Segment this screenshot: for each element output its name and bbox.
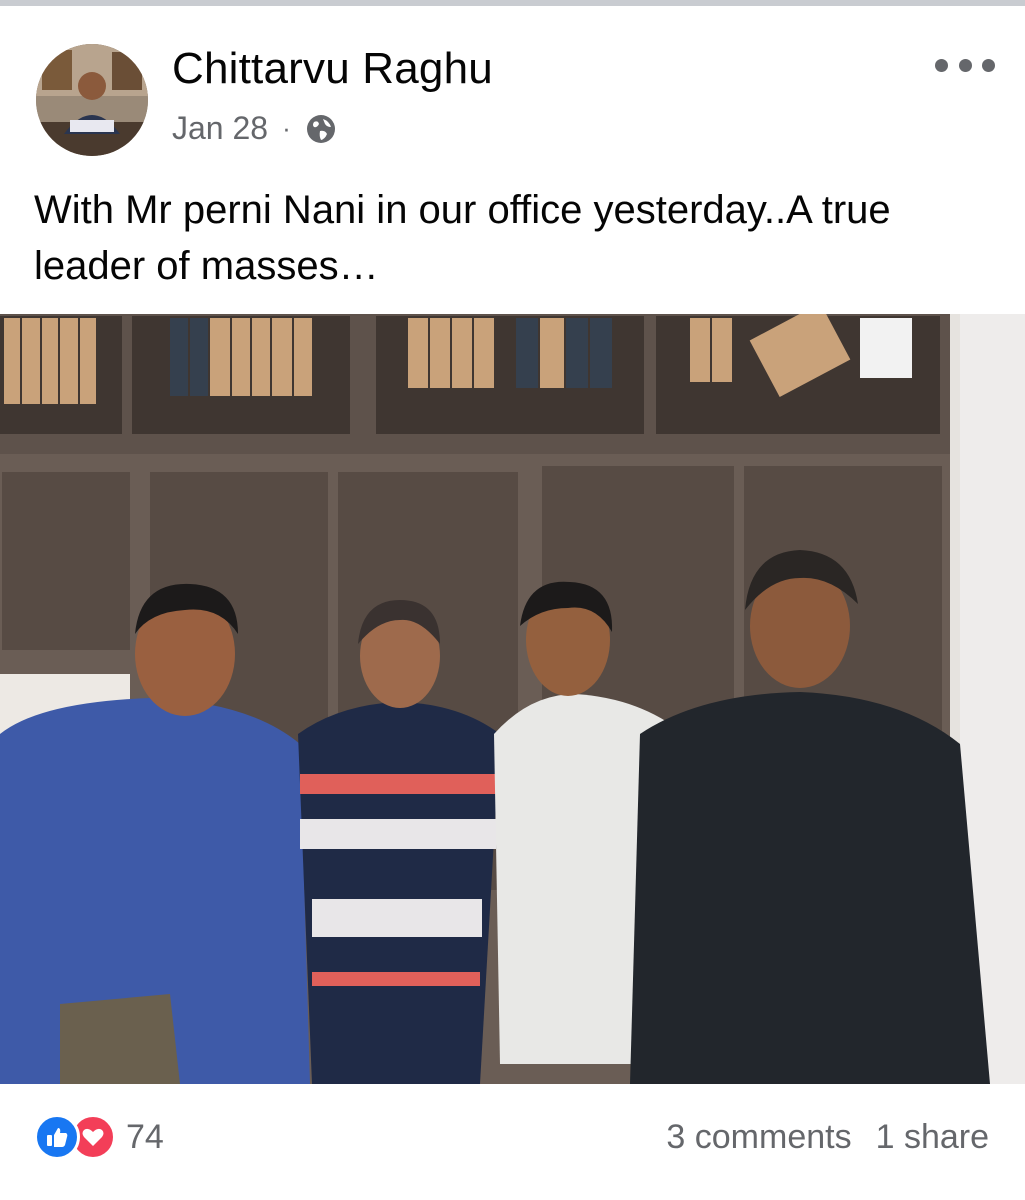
bookcase-upper	[0, 314, 940, 434]
reaction-count: 74	[126, 1117, 164, 1156]
post-caption: With Mr perni Nani in our office yesterd…	[34, 188, 891, 288]
post-header: Chittarvu Raghu Jan 28 ·	[0, 6, 1025, 166]
globe-icon[interactable]	[305, 113, 337, 145]
comments-count-link[interactable]: 3 comments	[666, 1118, 851, 1157]
post-date[interactable]: Jan 28	[172, 110, 268, 147]
post-footer: 74 3 comments 1 share	[0, 1084, 1025, 1200]
author-avatar[interactable]	[36, 44, 148, 156]
like-icon	[34, 1114, 80, 1160]
shares-count-link[interactable]: 1 share	[876, 1118, 989, 1157]
author-name[interactable]: Chittarvu Raghu	[172, 44, 493, 94]
more-options-icon[interactable]	[935, 50, 995, 80]
engagement-counts: 3 comments 1 share	[666, 1118, 989, 1157]
meta-separator: ·	[282, 113, 291, 143]
post-meta: Jan 28 ·	[172, 110, 337, 147]
reactions-summary[interactable]: 74	[34, 1114, 164, 1160]
post-photo[interactable]	[0, 314, 1025, 1084]
